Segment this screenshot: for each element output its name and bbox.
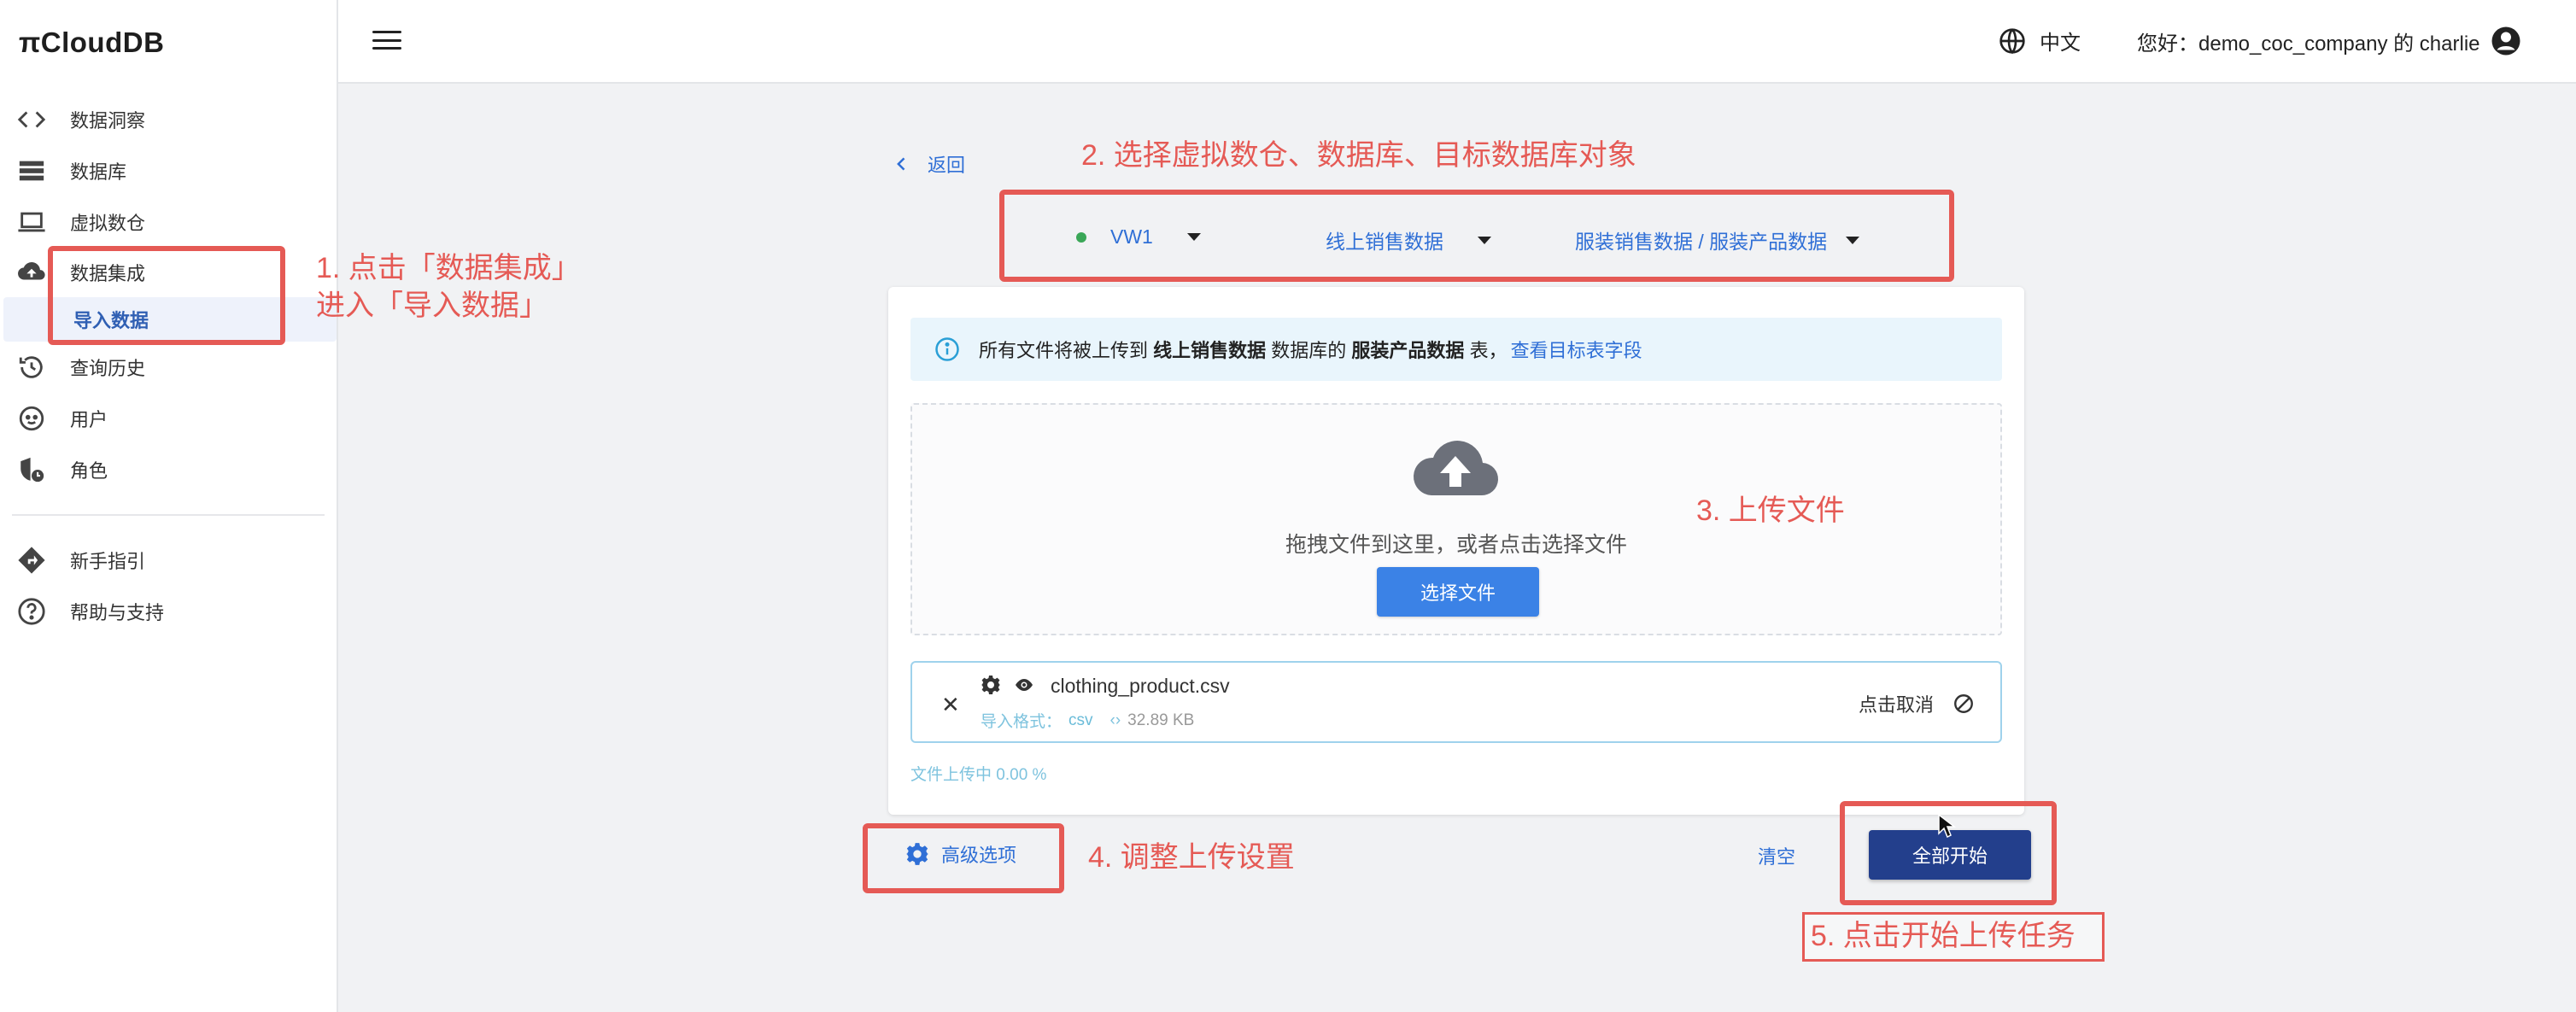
language-label: 中文 [2040, 32, 2081, 55]
chevron-left-icon [897, 157, 905, 171]
info-suffix: 表， [1469, 340, 1508, 361]
annotation-step1-line2: 进入「导入数据」 [316, 290, 548, 322]
upload-progress-text: 文件上传中 0.00 % [910, 766, 1047, 784]
code-brackets-icon: ‹› [1109, 711, 1121, 729]
sidebar-item-database[interactable]: 数据库 [0, 145, 337, 196]
file-list-item: ✕ clothing_product.csv 导入格式： csv ‹› 32.8… [910, 661, 2002, 743]
info-database: 线上销售数据 [1153, 340, 1267, 361]
sidebar-item-help[interactable]: 帮助与支持 [0, 586, 337, 637]
menu-toggle-icon[interactable] [372, 27, 401, 53]
info-table: 服装产品数据 [1351, 340, 1465, 361]
sidebar-item-users[interactable]: 用户 [0, 393, 337, 444]
annotation-box-selectors [999, 190, 1954, 282]
laptop-icon [15, 206, 48, 238]
dropzone-text: 拖拽文件到这里，或者点击选择文件 [1285, 533, 1627, 557]
annotation-step2: 2. 选择虚拟数仓、数据库、目标数据库对象 [1081, 139, 1636, 172]
annotation-box-sidebar [48, 246, 285, 345]
logo-text: CloudDB [40, 26, 165, 58]
back-link[interactable]: 返回 [893, 150, 965, 178]
upload-target-info: 所有文件将被上传到 线上销售数据 数据库的 服装产品数据 表， 查看目标表字段 [910, 318, 2002, 381]
user-menu[interactable]: 您好：demo_coc_company 的 charlie [2137, 26, 2521, 56]
app-logo[interactable]: π CloudDB [19, 24, 164, 61]
language-switcher[interactable]: 中文 [1999, 26, 2081, 56]
gear-icon[interactable] [981, 675, 1001, 695]
sidebar-item-roles[interactable]: 角色 [0, 444, 337, 495]
cancel-label: 点击取消 [1859, 694, 1935, 716]
cancel-upload-button[interactable]: 点击取消 [1859, 690, 1975, 717]
back-label: 返回 [928, 155, 966, 176]
sidebar-item-virtual-warehouse[interactable]: 虚拟数仓 [0, 196, 337, 248]
info-icon [935, 337, 959, 361]
info-prefix: 所有文件将被上传到 [979, 340, 1149, 361]
file-meta: 导入格式： csv ‹› 32.89 KB [981, 709, 1194, 732]
cloud-upload-icon [1413, 441, 1499, 496]
sidebar: π CloudDB 数据洞察 数据库 虚拟数仓 数据集成 导入数据 查询历史 用… [0, 0, 338, 1012]
sidebar-item-label: 角色 [70, 460, 108, 482]
sidebar-item-label: 数据库 [70, 161, 127, 183]
logo-prefix: π [19, 26, 41, 58]
annotation-step5: 5. 点击开始上传任务 [1811, 920, 2075, 952]
account-circle-icon [2491, 26, 2520, 56]
clear-button[interactable]: 清空 [1758, 842, 1795, 869]
remove-file-icon[interactable]: ✕ [941, 692, 960, 718]
sidebar-item-label: 帮助与支持 [70, 602, 165, 623]
sidebar-item-label: 查询历史 [70, 358, 146, 379]
annotation-step4: 4. 调整上传设置 [1088, 841, 1295, 874]
sidebar-item-getting-started[interactable]: 新手指引 [0, 535, 337, 586]
sidebar-item-label: 虚拟数仓 [70, 213, 146, 234]
history-icon [15, 351, 48, 383]
annotation-box-start [1840, 801, 2057, 905]
choose-file-button[interactable]: 选择文件 [1377, 567, 1539, 617]
cloud-upload-icon [15, 256, 48, 289]
block-icon [1954, 694, 1973, 713]
info-middle: 数据库的 [1271, 340, 1347, 361]
globe-icon [1999, 27, 2025, 54]
top-header: 中文 您好：demo_coc_company 的 charlie [338, 0, 2576, 84]
eye-icon[interactable] [1013, 675, 1035, 695]
directions-icon [15, 544, 48, 576]
sidebar-item-query-history[interactable]: 查询历史 [0, 342, 337, 393]
annotation-step3: 3. 上传文件 [1696, 494, 1845, 527]
annotation-step1: 1. 点击「数据集成」 进入「导入数据」 [316, 249, 581, 325]
format-label: 导入格式： [981, 713, 1063, 731]
upload-card: 所有文件将被上传到 线上销售数据 数据库的 服装产品数据 表， 查看目标表字段 … [888, 287, 2024, 815]
code-icon [15, 103, 48, 136]
database-list-icon [15, 155, 48, 187]
format-value: csv [1068, 711, 1093, 729]
sidebar-item-label: 数据洞察 [70, 110, 146, 132]
file-size: 32.89 KB [1127, 711, 1195, 729]
user-greeting: 您好：demo_coc_company 的 charlie [2137, 32, 2480, 56]
file-name: clothing_product.csv [1051, 675, 1230, 697]
annotation-box-advanced [863, 823, 1064, 893]
sidebar-item-label: 用户 [70, 409, 108, 430]
sidebar-nav: 数据洞察 数据库 虚拟数仓 数据集成 导入数据 查询历史 用户 角色 新手指引 … [0, 94, 337, 637]
help-icon [15, 595, 48, 628]
annotation-step1-line1: 1. 点击「数据集成」 [316, 252, 581, 284]
sidebar-item-data-insight[interactable]: 数据洞察 [0, 94, 337, 145]
sidebar-divider [12, 514, 325, 516]
shield-role-icon [15, 453, 48, 486]
sidebar-item-label: 新手指引 [70, 551, 146, 572]
user-face-icon [15, 402, 48, 435]
view-table-fields-link[interactable]: 查看目标表字段 [1511, 336, 1642, 363]
